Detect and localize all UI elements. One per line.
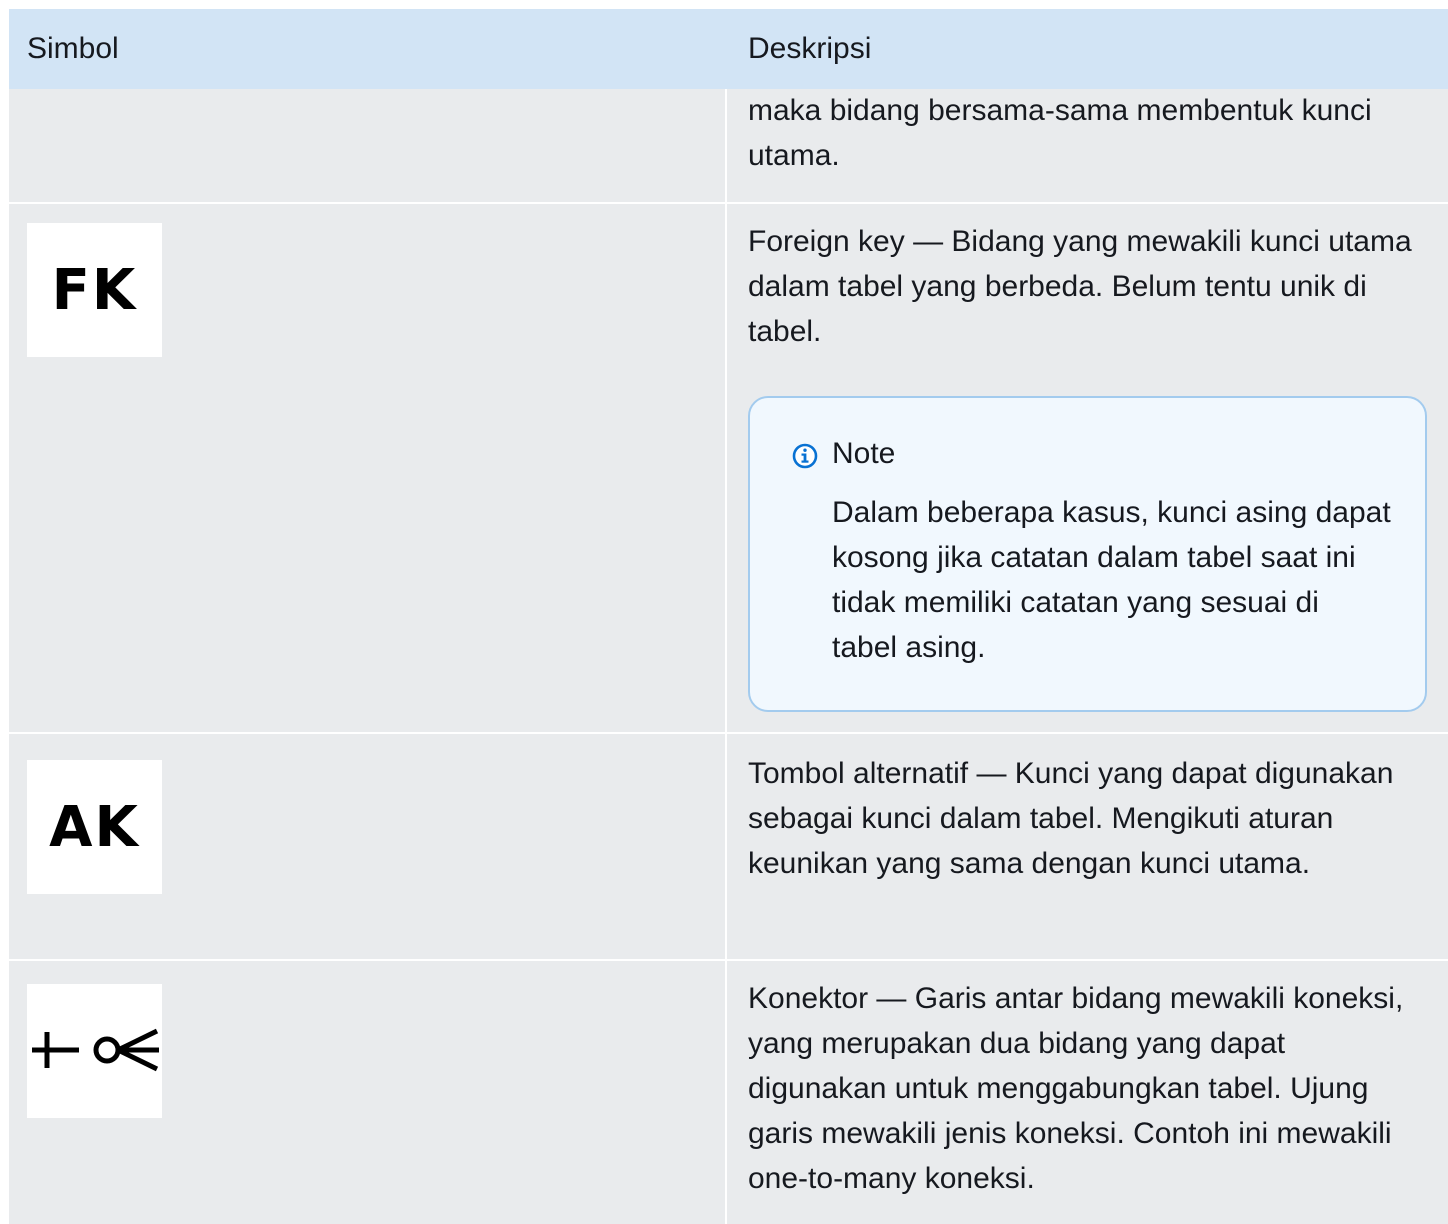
description-text: Tombol alternatif — Kunci yang dapat dig… <box>748 757 1394 880</box>
table-row: maka bidang bersama-sama membentuk kunci… <box>9 89 1448 204</box>
note-body: Dalam beberapa kasus, kunci asing dapat … <box>832 496 1391 664</box>
note-callout: Note Dalam beberapa kasus, kunci asing d… <box>748 396 1427 712</box>
symbol-cell <box>9 89 727 202</box>
header-symbol: Simbol <box>27 32 119 65</box>
symbol-cell <box>9 961 727 1224</box>
symbol-cell: AK <box>9 734 727 959</box>
symbol-table: Simbol Deskripsi maka bidang bersama-sam… <box>9 9 1448 1224</box>
description-text: Konektor — Garis antar bidang mewakili k… <box>748 982 1404 1195</box>
note-title: Note <box>832 437 896 470</box>
alternate-key-symbol: AK <box>27 760 162 894</box>
table-header-row: Simbol Deskripsi <box>9 9 1448 89</box>
description-text: maka bidang bersama-sama membentuk kunci… <box>748 94 1372 172</box>
connector-symbol <box>27 984 162 1118</box>
description-cell: Tombol alternatif — Kunci yang dapat dig… <box>727 734 1448 959</box>
table-row: AK Tombol alternatif — Kunci yang dapat … <box>9 734 1448 961</box>
connector-one-to-many-icon <box>32 1028 159 1072</box>
description-cell: Konektor — Garis antar bidang mewakili k… <box>727 961 1448 1224</box>
table-row: FK Foreign key — Bidang yang mewakili ku… <box>9 204 1448 734</box>
foreign-key-symbol: FK <box>27 223 162 357</box>
symbol-label: AK <box>49 794 140 860</box>
table-row: Konektor — Garis antar bidang mewakili k… <box>9 961 1448 1224</box>
description-cell: Foreign key — Bidang yang mewakili kunci… <box>727 204 1448 732</box>
description-text: Foreign key — Bidang yang mewakili kunci… <box>748 225 1412 348</box>
symbol-cell: FK <box>9 204 727 732</box>
description-cell: maka bidang bersama-sama membentuk kunci… <box>727 89 1448 202</box>
symbol-label: FK <box>51 257 138 323</box>
info-icon <box>792 443 818 469</box>
header-description: Deskripsi <box>748 32 872 65</box>
